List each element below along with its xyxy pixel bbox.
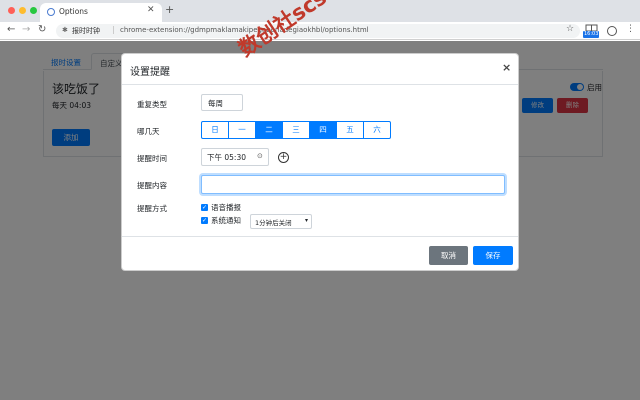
time-value: 下午 05:30 [207, 153, 246, 162]
browser-tab[interactable]: Options ✕ [40, 3, 162, 22]
save-button[interactable]: 保存 [473, 246, 513, 265]
modal-title: 设置提醒 [130, 67, 170, 78]
minimize-window-button[interactable] [19, 7, 26, 14]
notify-duration-value: 1分钟后关闭 [255, 219, 292, 227]
forward-icon[interactable]: → [22, 24, 30, 35]
chevron-down-icon: ▾ [304, 217, 308, 224]
days-label: 哪几天 [137, 127, 160, 136]
address-bar-row: ← → ↻ ✱ 报时时钟 | chrome-extension://gdmpma… [0, 22, 640, 40]
close-icon[interactable]: × [502, 61, 511, 74]
menu-icon[interactable]: ⋮ [626, 24, 635, 34]
notify-duration-select[interactable]: 1分钟后关闭 ▾ [250, 214, 312, 229]
system-notify-checkbox[interactable]: ✓ [201, 217, 208, 224]
method-label: 提醒方式 [137, 204, 167, 213]
extension-favicon-icon [47, 8, 55, 16]
reminder-modal: 设置提醒 × 重复类型 每周 哪几天 日 一 二 三 四 五 六 提醒时间 下午… [121, 53, 519, 271]
repeat-label: 重复类型 [137, 100, 167, 109]
day-button-mon[interactable]: 一 [228, 121, 256, 139]
profile-icon[interactable] [607, 26, 617, 36]
reload-icon[interactable]: ↻ [38, 24, 46, 35]
back-icon[interactable]: ← [7, 24, 15, 35]
content-label: 提醒内容 [137, 181, 167, 190]
cancel-button[interactable]: 取消 [429, 246, 468, 265]
day-button-thu[interactable]: 四 [309, 121, 337, 139]
tab-close-icon[interactable]: ✕ [147, 5, 155, 15]
zoom-window-button[interactable] [30, 7, 37, 14]
modal-footer: 取消 保存 [122, 236, 518, 272]
window-controls [8, 7, 37, 14]
modal-header: 设置提醒 × [122, 54, 518, 85]
repeat-select[interactable]: 每周 [201, 94, 243, 111]
day-button-wed[interactable]: 三 [282, 121, 310, 139]
time-input[interactable]: 下午 05:30 ⊙ [201, 148, 269, 166]
day-button-tue[interactable]: 二 [255, 121, 283, 139]
add-time-icon[interactable]: + [278, 152, 289, 163]
url-divider: | [112, 25, 115, 34]
close-window-button[interactable] [8, 7, 15, 14]
tab-title: Options [59, 7, 88, 16]
voice-label: 语音播报 [211, 203, 241, 212]
repeat-value: 每周 [208, 99, 223, 108]
day-button-sat[interactable]: 六 [363, 121, 391, 139]
time-label: 提醒时间 [137, 154, 167, 163]
voice-checkbox[interactable]: ✓ [201, 204, 208, 211]
puzzle-icon: ✱ [62, 26, 68, 34]
weekday-button-group: 日 一 二 三 四 五 六 [201, 121, 391, 139]
day-button-sun[interactable]: 日 [201, 121, 229, 139]
content-input[interactable] [201, 175, 505, 194]
extension-badge: 16:03 [583, 31, 600, 38]
system-notify-label: 系统通知 [211, 216, 241, 225]
bookmark-star-icon[interactable]: ☆ [566, 24, 574, 34]
clock-icon[interactable]: ⊙ [257, 152, 263, 160]
site-name: 报时时钟 [72, 27, 100, 35]
day-button-fri[interactable]: 五 [336, 121, 364, 139]
new-tab-icon[interactable]: + [165, 3, 174, 16]
omnibox[interactable]: ✱ 报时时钟 | chrome-extension://gdmpmaklamak… [56, 24, 580, 38]
